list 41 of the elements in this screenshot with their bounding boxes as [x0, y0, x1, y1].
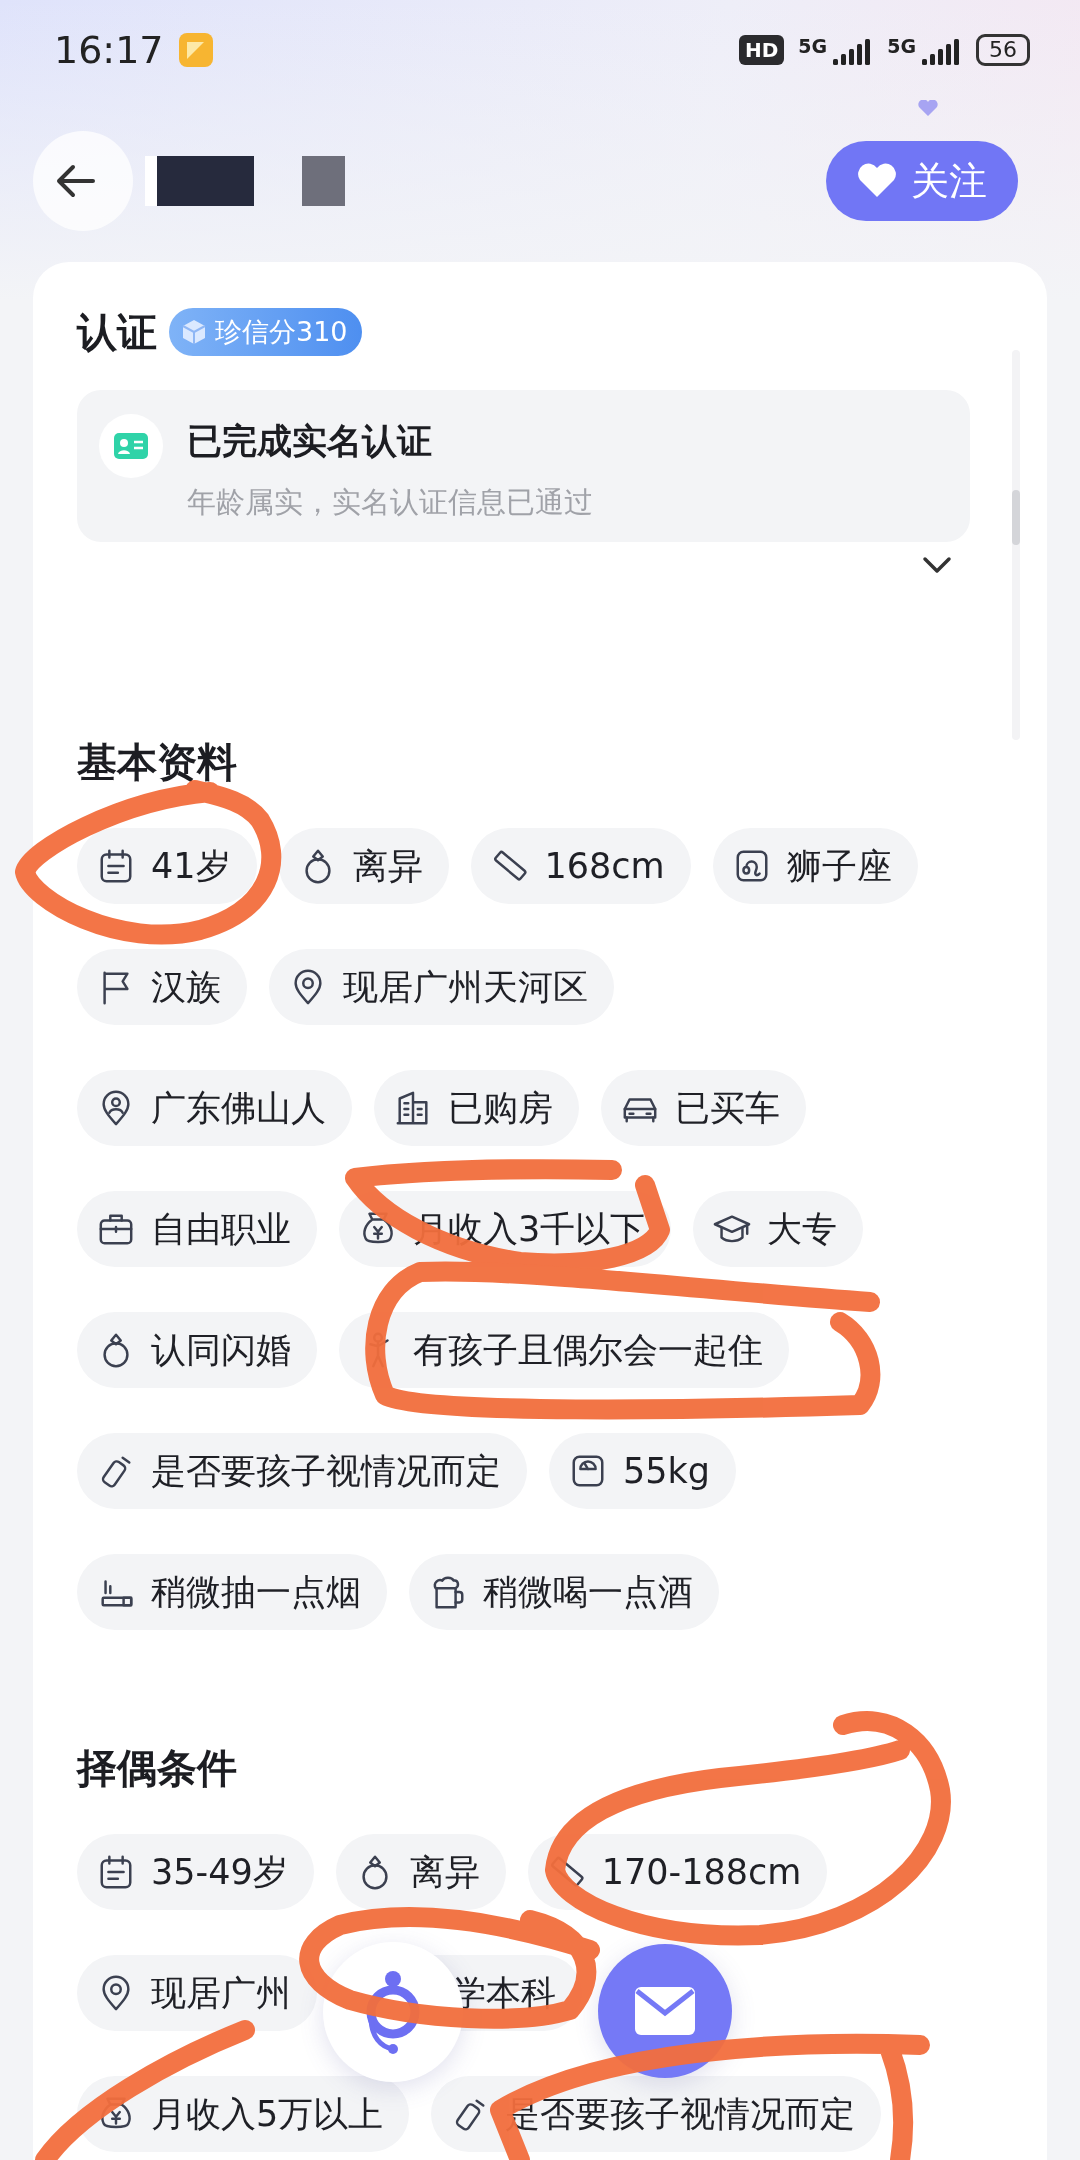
verification-subtitle: 年龄属实，实名认证信息已通过: [187, 484, 593, 521]
heart-icon: [857, 163, 897, 199]
status-time: 16:17: [54, 28, 164, 72]
info-tag: 广东佛山人: [77, 1070, 352, 1146]
network-label: 5G: [887, 35, 916, 57]
chevron-down-icon[interactable]: [922, 556, 952, 574]
info-tag: 170-188cm: [527, 1834, 828, 1910]
info-tag: 稍微抽一点烟: [77, 1554, 387, 1630]
info-tag: 41岁: [77, 828, 257, 904]
info-tag: 现居广州天河区: [269, 949, 614, 1025]
follow-button[interactable]: 关注: [826, 141, 1018, 221]
section-title: 认证: [77, 308, 157, 356]
verification-title: 已完成实名认证: [187, 420, 433, 463]
info-tag: 35-49岁: [77, 1834, 314, 1910]
back-arrow-icon: [55, 164, 95, 198]
info-tag: 已购房: [374, 1070, 579, 1146]
notification-icon: [177, 32, 214, 68]
info-tag: 离异: [335, 1834, 506, 1910]
info-tag: 离异: [278, 828, 449, 904]
info-tag: 自由职业: [77, 1191, 317, 1267]
info-tag: 汉族: [77, 949, 247, 1025]
battery-indicator: 56: [976, 34, 1030, 66]
info-tag: 有孩子且偶尔会一起住: [339, 1312, 789, 1388]
heart-icon: [918, 100, 938, 116]
hd-badge: HD: [739, 35, 785, 65]
network-label: 5G: [798, 35, 828, 57]
info-tag: 已买车: [601, 1070, 806, 1146]
info-tag: 认同闪婚: [77, 1312, 317, 1388]
id-card-icon: [114, 433, 148, 459]
info-tag: 大专: [693, 1191, 864, 1267]
score-badge: 珍信分310: [169, 308, 362, 356]
section-title: 基本资料: [77, 738, 238, 786]
info-tag: 月收入5万以上: [77, 2076, 410, 2152]
info-tag: 55kg: [549, 1433, 737, 1509]
info-tag: 现居广州: [77, 1955, 317, 2031]
info-tag: 是否要孩子视情况而定: [77, 1433, 527, 1509]
info-tag: 168cm: [470, 828, 691, 904]
envelope-icon: [635, 1987, 695, 2035]
info-tag: 稍微喝一点酒: [409, 1554, 719, 1630]
info-tag: 狮子座: [712, 828, 918, 904]
section-title: 择偶条件: [77, 1744, 238, 1792]
